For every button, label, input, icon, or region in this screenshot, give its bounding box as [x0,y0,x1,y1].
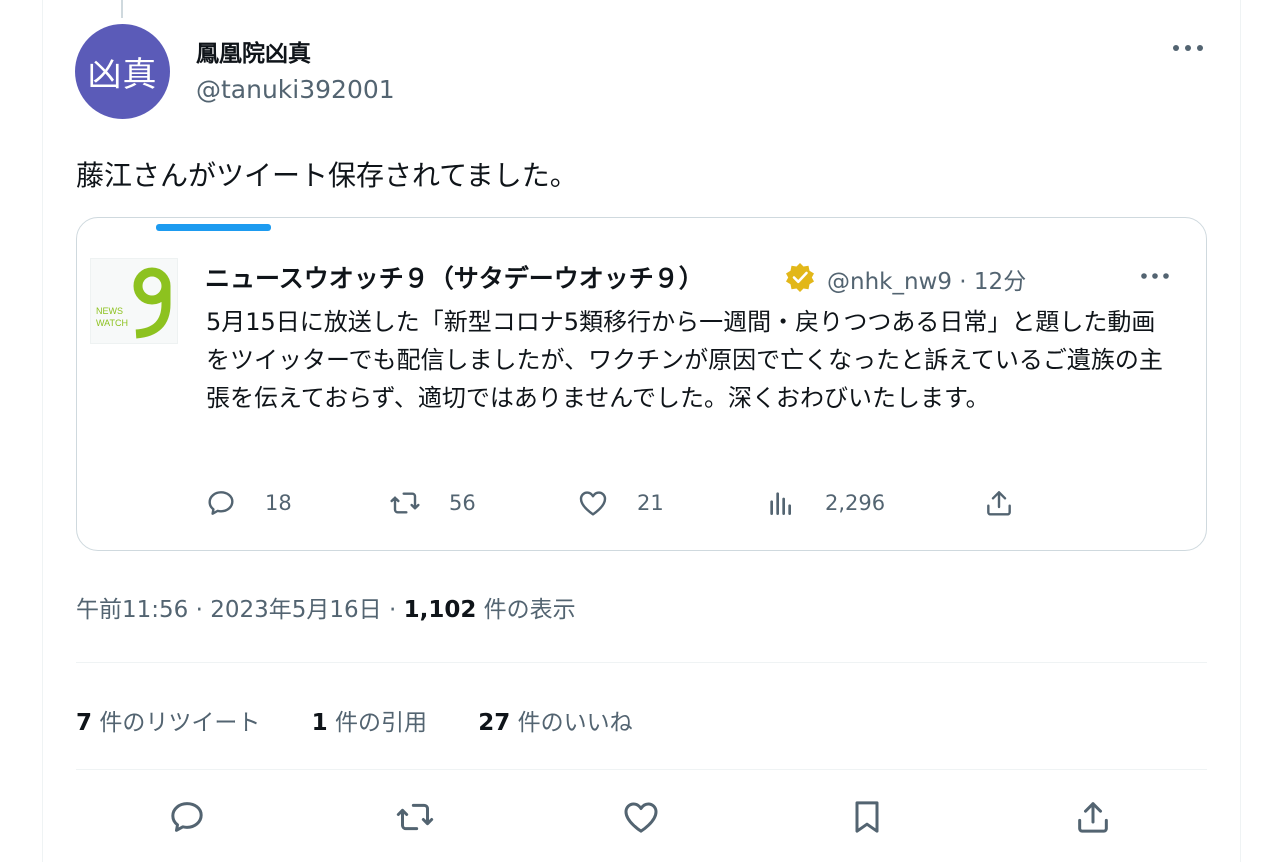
quoted-display-name[interactable]: ニュースウオッチ９（サタデーウオッチ９） [205,259,704,295]
retweet-icon [396,803,434,831]
retweets-stat[interactable]: 7 件のリツイート [76,703,260,737]
verified-icon [785,262,815,292]
reply-icon [171,802,203,832]
author-display-name[interactable]: 鳳凰院凶真 [196,34,311,68]
tweet-actions-bar [0,795,1272,839]
tweet-timestamp: 午前11:56 · 2023年5月16日 · 1,102 件の表示 [76,590,576,624]
timestamp-time-date[interactable]: 午前11:56 · 2023年5月16日 · [76,597,404,623]
share-icon [987,491,1011,516]
column-border-right [1240,0,1241,862]
quoted-handle-time[interactable]: @nhk_nw9 · 12分 [827,262,1026,296]
thread-connector [121,0,123,18]
quoted-like-count: 21 [637,491,664,515]
column-border-left [42,0,43,862]
share-icon [1078,802,1108,833]
quoted-more-icon[interactable] [1137,264,1173,288]
reply-icon [208,491,234,515]
bookmark-button[interactable] [845,795,889,839]
quoted-tweet-text: 5月15日に放送した「新型コロナ5類移行から一週間・戻りつつある日常」と題した動… [206,308,1163,412]
likes-count: 27 [478,710,511,736]
likes-stat[interactable]: 27 件のいいね [478,703,632,737]
author-handle[interactable]: @tanuki392001 [196,75,395,104]
share-button[interactable] [1071,795,1115,839]
retweets-label: 件のリツイート [92,710,261,736]
quoted-retweet-count: 56 [449,491,476,515]
timestamp-views-label: 件の表示 [476,597,576,623]
views-icon [770,492,791,515]
retweet-button[interactable] [393,795,437,839]
logo-text-watch: WATCH [96,318,128,328]
like-icon [624,802,658,833]
tweet-text: 藤江さんがツイート保存されてました。 [76,159,578,192]
quoted-like-button[interactable]: 21 [577,483,664,523]
engagement-stats: 7 件のリツイート 1 件の引用 27 件のいいね [76,703,677,737]
more-icon[interactable] [1170,36,1206,60]
retweet-icon [390,492,420,514]
quotes-label: 件の引用 [327,710,427,736]
bookmark-icon [855,801,879,833]
likes-label: 件のいいね [510,710,633,736]
logo-text-news: NEWS [96,306,123,316]
quote-indicator [156,224,271,231]
like-icon [579,491,607,516]
timestamp-views-count: 1,102 [403,597,477,623]
quotes-stat[interactable]: 1 件の引用 [312,703,427,737]
reply-button[interactable] [165,795,209,839]
quoted-reply-count: 18 [265,491,292,515]
quoted-views-button[interactable]: 2,296 [765,483,885,523]
quotes-count: 1 [311,710,328,736]
quoted-avatar-logo[interactable]: NEWS WATCH [90,258,178,344]
avatar[interactable]: 凶真 [75,24,170,119]
quoted-views-count: 2,296 [825,491,886,515]
retweets-count: 7 [76,710,93,736]
quoted-retweet-button[interactable]: 56 [389,483,476,523]
quoted-share-button[interactable] [983,483,1015,523]
quoted-reply-button[interactable]: 18 [205,483,292,523]
divider-bottom [76,769,1207,770]
like-button[interactable] [619,795,663,839]
divider-top [76,662,1207,663]
